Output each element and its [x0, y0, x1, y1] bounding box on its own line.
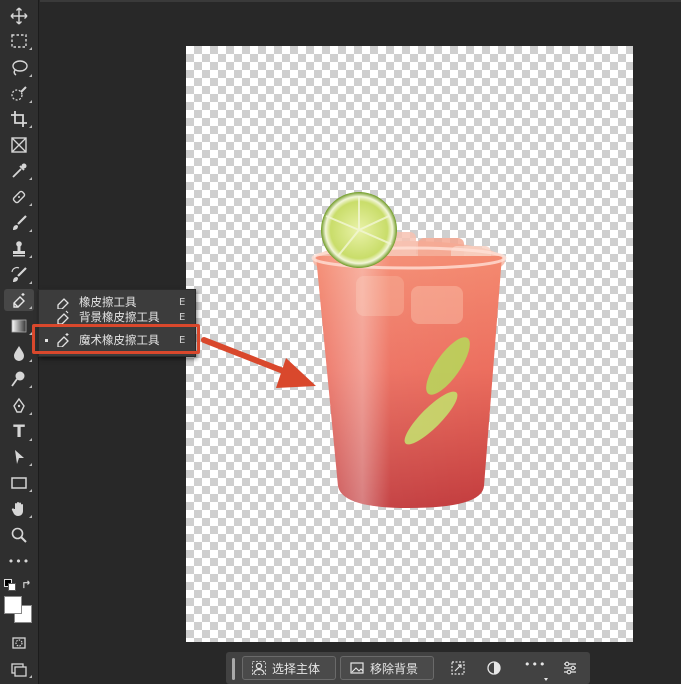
path-select-tool[interactable] — [4, 446, 34, 468]
history-brush-tool[interactable] — [4, 264, 34, 286]
taskbar-drag-handle[interactable] — [232, 658, 235, 680]
select-subject-button[interactable]: 选择主体 — [242, 656, 336, 680]
more-tools-button[interactable]: ••• — [4, 550, 34, 572]
clone-stamp-icon — [13, 241, 25, 257]
marquee-tool[interactable] — [4, 30, 34, 52]
zoom-icon — [11, 527, 27, 543]
flyout-item-shortcut: E — [179, 296, 186, 308]
dodge-tool[interactable] — [4, 368, 34, 390]
gradient-icon — [11, 319, 27, 333]
annotation-highlight-box — [32, 324, 200, 354]
hand-icon — [11, 502, 23, 516]
brush-icon — [13, 215, 27, 230]
more-tools-icon: ••• — [7, 554, 31, 568]
transform-selection-icon[interactable] — [450, 660, 466, 676]
remove-background-label: 移除背景 — [370, 661, 419, 676]
background-eraser-icon — [57, 310, 69, 324]
blur-drop-icon — [14, 346, 24, 361]
quick-select-icon — [11, 86, 27, 101]
more-options-icon[interactable]: ••• — [524, 658, 546, 674]
zoom-tool[interactable] — [4, 524, 34, 546]
adjustment-contrast-icon[interactable] — [486, 660, 502, 676]
blur-tool[interactable] — [4, 342, 34, 364]
flyout-item-shortcut: E — [179, 311, 186, 323]
eyedropper-icon — [12, 163, 27, 178]
lasso-icon — [12, 60, 28, 76]
chevron-down-icon — [544, 678, 548, 681]
gradient-tool[interactable] — [4, 315, 34, 337]
lasso-tool[interactable] — [4, 57, 34, 79]
flyout-item-label: 橡皮擦工具 — [79, 295, 137, 309]
healing-brush-tool[interactable] — [4, 186, 34, 208]
rectangle-shape-icon — [11, 477, 27, 489]
type-icon: T — [13, 422, 25, 442]
select-subject-label: 选择主体 — [272, 661, 321, 676]
quick-mask-button[interactable] — [4, 632, 34, 654]
frame-tool[interactable] — [4, 134, 34, 156]
top-options-bar-edge — [40, 0, 681, 2]
contextual-task-bar: 选择主体 移除背景 ••• — [226, 652, 590, 684]
default-colors-icon[interactable] — [4, 579, 16, 591]
flyout-item-eraser[interactable]: 橡皮擦工具 E — [39, 292, 195, 312]
foreground-color-swatch[interactable] — [4, 596, 22, 614]
brush-tool[interactable] — [4, 212, 34, 234]
type-tool[interactable]: T — [4, 421, 34, 443]
eraser-icon — [57, 298, 69, 309]
screen-mode-button[interactable] — [4, 658, 34, 680]
hand-tool[interactable] — [4, 498, 34, 520]
eraser-tool[interactable] — [4, 289, 34, 311]
flyout-item-background-eraser[interactable]: 背景橡皮擦工具 E — [39, 310, 195, 324]
magic-eraser-icon — [13, 293, 25, 308]
pen-tool[interactable] — [4, 395, 34, 417]
dodge-icon — [11, 371, 25, 387]
person-icon — [252, 661, 266, 675]
crop-tool[interactable] — [4, 108, 34, 130]
crop-icon — [11, 111, 27, 127]
move-tool[interactable] — [4, 5, 34, 27]
quick-mask-icon — [12, 637, 26, 649]
remove-background-button[interactable]: 移除背景 — [340, 656, 434, 680]
eyedropper-tool[interactable] — [4, 160, 34, 182]
history-brush-icon — [11, 266, 27, 282]
rect-marquee-icon — [11, 34, 27, 48]
path-select-icon — [15, 450, 24, 464]
clone-stamp-tool[interactable] — [4, 238, 34, 260]
quick-select-tool[interactable] — [4, 83, 34, 105]
move-icon — [10, 7, 28, 25]
frame-icon — [11, 137, 27, 153]
screen-mode-icon — [11, 663, 27, 677]
annotation-arrow-icon — [201, 337, 316, 388]
image-icon — [350, 662, 364, 674]
shape-tool[interactable] — [4, 472, 34, 494]
pen-icon — [13, 397, 25, 413]
settings-sliders-icon[interactable] — [562, 660, 578, 676]
flyout-item-label: 背景橡皮擦工具 — [79, 310, 160, 324]
swap-colors-icon[interactable] — [22, 579, 33, 590]
healing-brush-icon — [12, 190, 26, 204]
